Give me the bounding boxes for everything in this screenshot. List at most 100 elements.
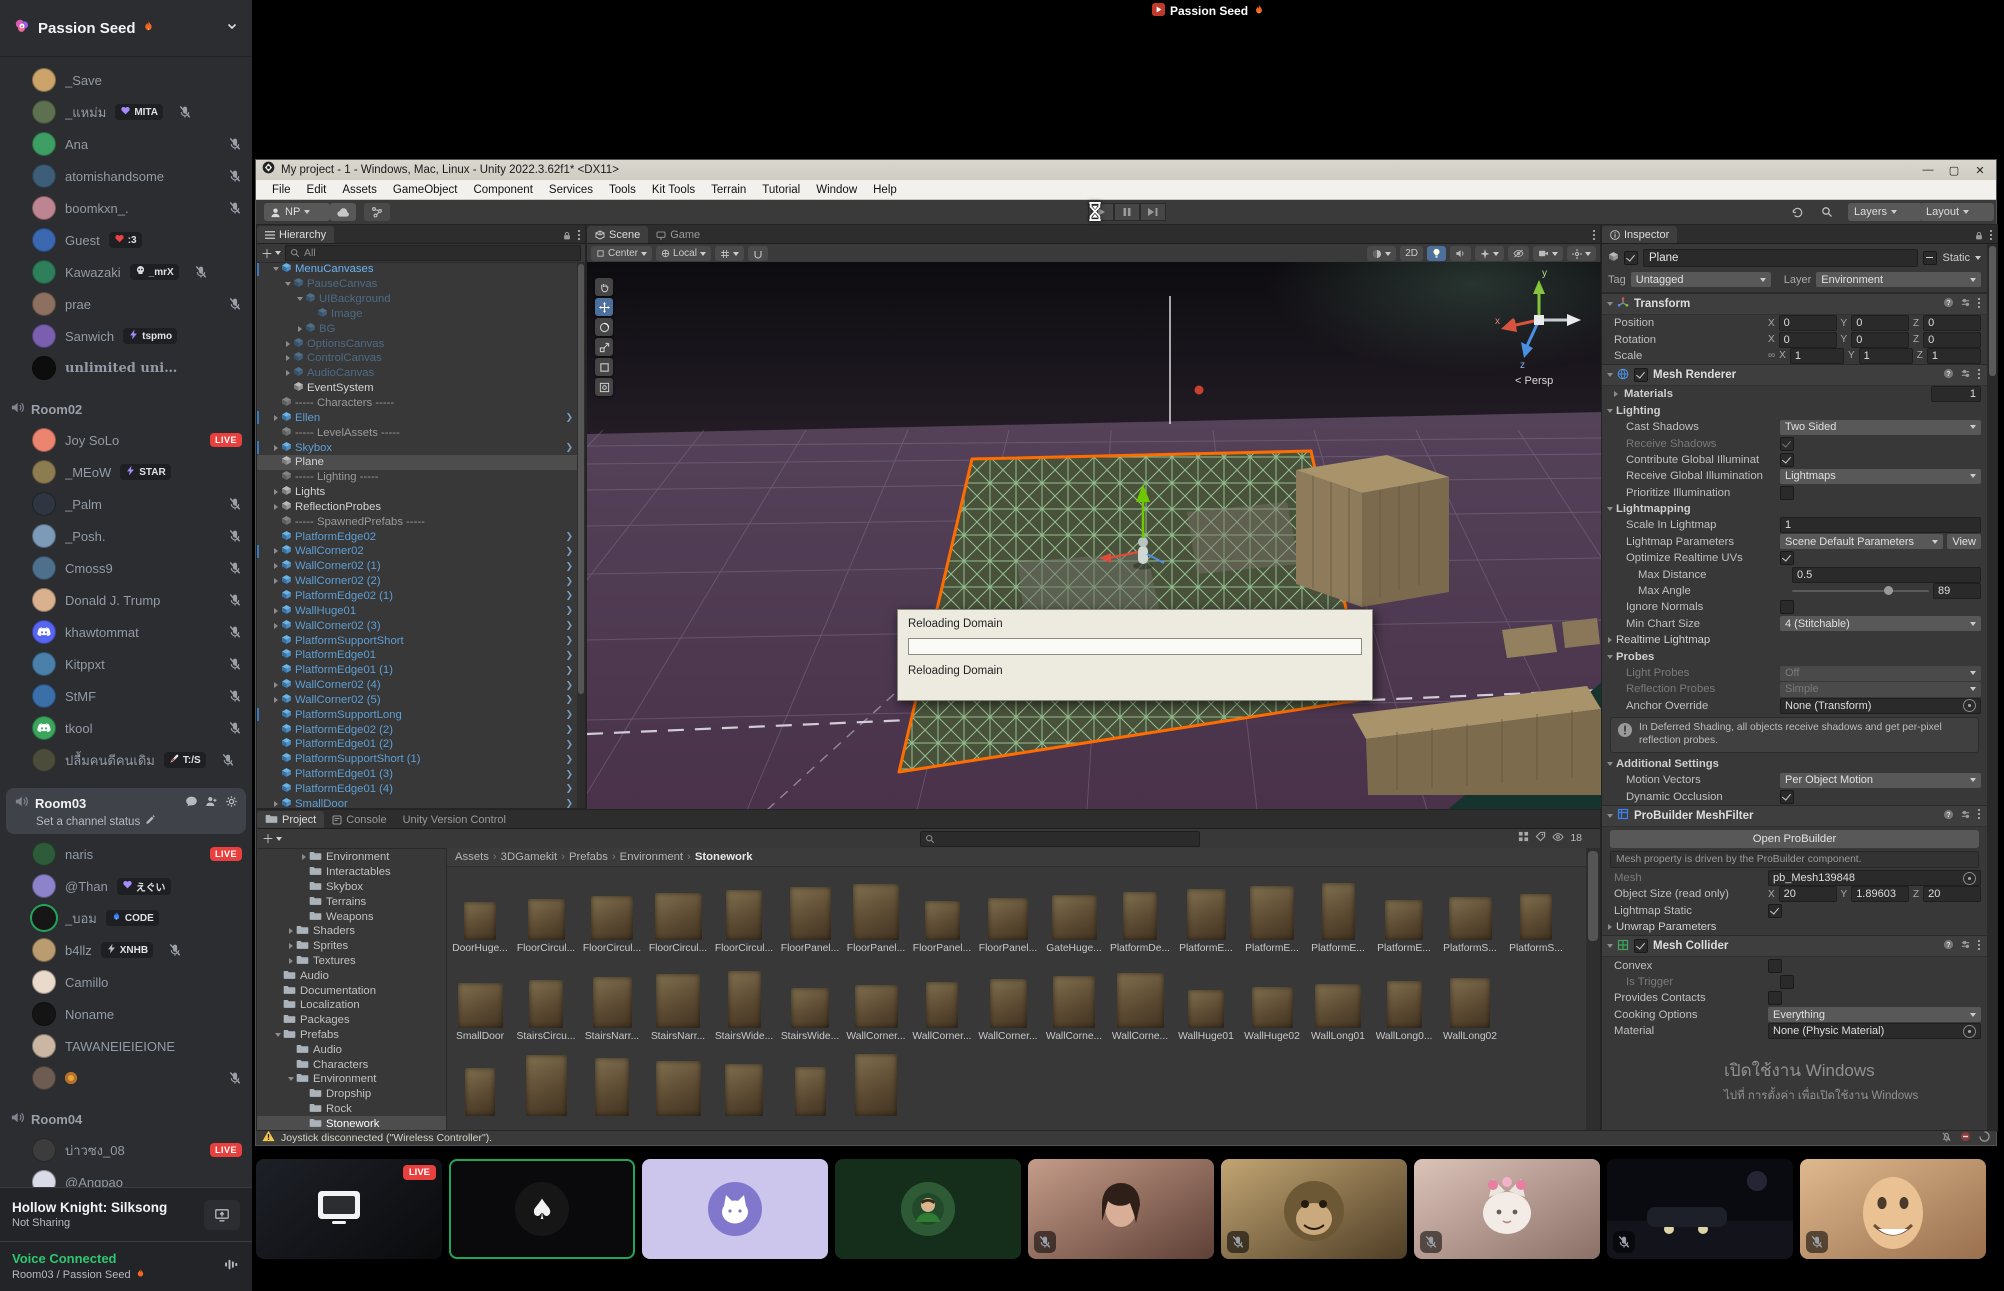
value-checkbox[interactable] — [1780, 486, 1794, 500]
video-tile[interactable] — [1800, 1159, 1986, 1259]
asset-item[interactable] — [513, 1043, 579, 1131]
asset-item[interactable]: PlatformE... — [1239, 867, 1305, 955]
menu-kit-tools[interactable]: Kit Tools — [644, 184, 703, 196]
prefab-open-arrow[interactable]: ❯ — [565, 412, 573, 423]
hierarchy-item[interactable]: Skybox❯ — [257, 440, 577, 455]
hierarchy-item[interactable]: WallHuge01❯ — [257, 603, 577, 618]
x-field[interactable]: 1 — [1790, 348, 1844, 364]
collab-icon[interactable] — [364, 203, 390, 221]
hierarchy-item[interactable]: EventSystem — [257, 381, 577, 396]
kebab-menu-icon[interactable] — [1977, 808, 1981, 823]
menu-tutorial[interactable]: Tutorial — [754, 184, 808, 196]
y-field[interactable]: 0 — [1851, 315, 1909, 331]
voice-activity-icon[interactable] — [223, 1256, 240, 1278]
gear-icon[interactable] — [225, 795, 238, 811]
value-checkbox[interactable] — [1780, 453, 1794, 467]
prefab-open-arrow[interactable]: ❯ — [565, 635, 573, 646]
asset-item[interactable]: FloorPanel... — [777, 867, 843, 955]
hierarchy-item[interactable]: ControlCanvas — [257, 351, 577, 366]
breadcrumb-item[interactable]: Stonework — [695, 851, 753, 863]
channel-status-placeholder[interactable]: Set a channel status — [36, 816, 140, 828]
asset-item[interactable] — [777, 1043, 843, 1131]
x-field[interactable]: 0 — [1779, 315, 1837, 331]
pivot-dropdown[interactable]: Center — [591, 246, 652, 261]
asset-item[interactable]: StairsWide... — [711, 955, 777, 1043]
z-field[interactable]: 0 — [1923, 315, 1981, 331]
step-button[interactable] — [1140, 203, 1166, 221]
prefab-open-arrow[interactable]: ❯ — [565, 754, 573, 765]
object-picker-icon[interactable] — [1963, 1025, 1976, 1038]
voice-member[interactable]: _บอมCODE — [6, 902, 246, 934]
menu-window[interactable]: Window — [808, 184, 865, 196]
menu-help[interactable]: Help — [865, 184, 905, 196]
transform-tool-icon[interactable] — [595, 378, 613, 396]
presets-icon[interactable] — [1960, 809, 1971, 823]
component-header[interactable]: Transform? — [1602, 293, 1987, 315]
asset-item[interactable]: FloorCircul... — [513, 867, 579, 955]
hierarchy-item[interactable]: PlatformEdge01 (3)❯ — [257, 767, 577, 782]
breadcrumb-item[interactable]: Environment — [620, 851, 683, 863]
asset-item[interactable]: FloorCircul... — [645, 867, 711, 955]
tab-console[interactable]: Console — [324, 811, 394, 828]
tab-project[interactable]: Project — [257, 811, 324, 828]
component-enabled-checkbox[interactable] — [1634, 939, 1648, 953]
kebab-menu-icon[interactable] — [1977, 939, 1981, 954]
pause-button[interactable] — [1114, 203, 1140, 221]
shading-mode-dropdown[interactable] — [1367, 246, 1396, 261]
layer-dropdown[interactable]: Environment — [1816, 272, 1981, 287]
voice-member[interactable]: Guest:3 — [6, 224, 246, 256]
asset-item[interactable]: WallHuge01 — [1173, 955, 1239, 1043]
asset-item[interactable]: GateHuge... — [1041, 867, 1107, 955]
hierarchy-item[interactable]: PlatformEdge01 (1)❯ — [257, 663, 577, 678]
hierarchy-item[interactable]: WallCorner02❯ — [257, 544, 577, 559]
hierarchy-item[interactable]: PlatformEdge01❯ — [257, 648, 577, 663]
asset-item[interactable]: WallCorner... — [975, 955, 1041, 1043]
asset-item[interactable]: WallHuge02 — [1239, 955, 1305, 1043]
value-checkbox[interactable] — [1780, 437, 1794, 451]
asset-item[interactable]: FloorCircul... — [579, 867, 645, 955]
object-field[interactable]: pb_Mesh139848 — [1768, 870, 1981, 886]
search-by-label-icon[interactable] — [1535, 831, 1546, 845]
asset-item[interactable]: WallCorner... — [843, 955, 909, 1043]
2d-toggle[interactable]: 2D — [1400, 246, 1423, 261]
add-gameobject-button[interactable]: ＋ — [261, 245, 281, 262]
video-tile[interactable] — [1414, 1159, 1600, 1259]
inspector-subhead[interactable]: Lightmapping — [1602, 501, 1987, 517]
x-field[interactable]: 0 — [1779, 332, 1837, 348]
value-field[interactable]: 1 — [1780, 517, 1981, 533]
prefab-open-arrow[interactable]: ❯ — [565, 783, 573, 794]
inspector-subhead[interactable]: Probes — [1602, 648, 1987, 664]
y-field[interactable]: 1.89603 — [1851, 886, 1909, 902]
maximize-button[interactable]: ▢ — [1944, 163, 1964, 177]
server-header[interactable]: Passion Seed — [0, 0, 252, 57]
hierarchy-item[interactable]: BG — [257, 321, 577, 336]
prefab-open-arrow[interactable]: ❯ — [565, 680, 573, 691]
folder-item[interactable]: Interactables — [257, 865, 446, 880]
prefab-open-arrow[interactable]: ❯ — [565, 798, 573, 808]
folder-item[interactable]: Stonework — [257, 1116, 446, 1131]
value-checkbox[interactable] — [1768, 991, 1782, 1005]
hierarchy-item[interactable]: PlatformEdge01 (4)❯ — [257, 782, 577, 797]
tab-scene[interactable]: Scene — [587, 226, 648, 243]
asset-item[interactable]: FloorCircul... — [711, 867, 777, 955]
account-dropdown[interactable]: NP — [264, 203, 330, 221]
menu-file[interactable]: File — [264, 184, 299, 196]
asset-item[interactable]: WallCorne... — [1041, 955, 1107, 1043]
asset-item[interactable]: WallCorne... — [1107, 955, 1173, 1043]
effects-dropdown[interactable] — [1475, 246, 1504, 261]
video-tile[interactable] — [642, 1159, 828, 1259]
video-tile[interactable] — [835, 1159, 1021, 1259]
value-field[interactable]: 0.5 — [1792, 567, 1981, 583]
voice-member[interactable]: Joy SoLoLIVE — [6, 424, 246, 456]
hierarchy-item[interactable]: OptionsCanvas — [257, 336, 577, 351]
hierarchy-item[interactable]: WallCorner02 (5)❯ — [257, 692, 577, 707]
help-icon[interactable]: ? — [1943, 809, 1954, 823]
video-tile[interactable] — [1221, 1159, 1407, 1259]
breadcrumb[interactable]: Assets›3DGamekit›Prefabs›Environment›Sto… — [447, 848, 1586, 867]
folder-item[interactable]: Shaders — [257, 924, 446, 939]
asset-item[interactable]: StairsCircu... — [513, 955, 579, 1043]
gizmos-dropdown[interactable] — [1567, 246, 1596, 261]
asset-item[interactable]: StairsNarr... — [579, 955, 645, 1043]
chat-bubble-icon[interactable] — [185, 795, 198, 811]
hierarchy-item[interactable]: WallCorner02 (4)❯ — [257, 678, 577, 693]
